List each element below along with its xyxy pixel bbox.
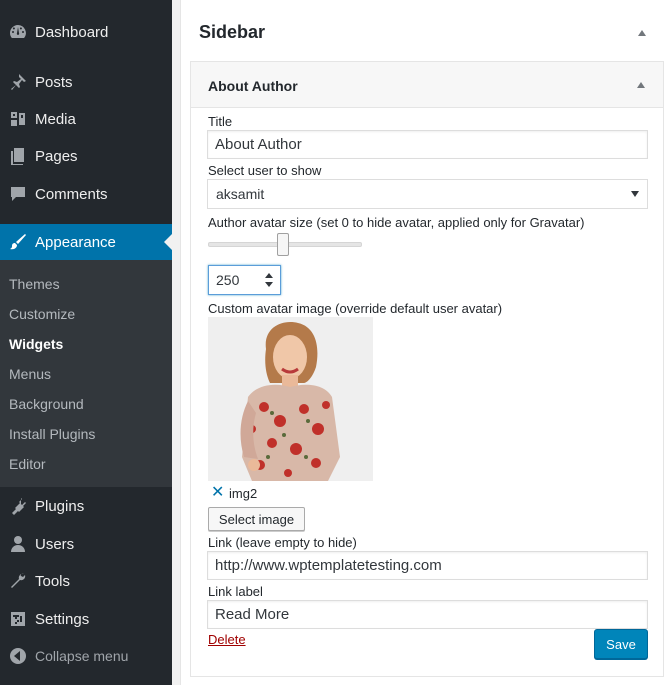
submenu-item-install-plugins[interactable]: Install Plugins xyxy=(9,426,95,442)
menu-label: Pages xyxy=(35,147,78,165)
link-label-input[interactable] xyxy=(207,600,648,629)
submenu-item-editor[interactable]: Editor xyxy=(9,456,46,472)
title-input[interactable] xyxy=(207,130,648,159)
menu-label: Appearance xyxy=(35,233,116,251)
collapse-label: Collapse menu xyxy=(35,648,129,664)
menu-item-pages[interactable]: Pages xyxy=(0,138,172,174)
select-user-dropdown[interactable]: aksamit xyxy=(207,179,648,209)
menu-item-posts[interactable]: Posts xyxy=(0,64,172,100)
submenu-item-widgets[interactable]: Widgets xyxy=(9,336,63,352)
menu-item-plugins[interactable]: Plugins xyxy=(0,488,172,524)
sidebar-collapse-arrow-icon[interactable] xyxy=(638,30,646,36)
menu-item-settings[interactable]: Settings xyxy=(0,601,172,637)
link-label: Link (leave empty to hide) xyxy=(208,535,357,550)
widget-header[interactable]: About Author xyxy=(191,62,663,108)
select-user-value: aksamit xyxy=(216,186,265,202)
appearance-submenu: Themes Customize Widgets Menus Backgroun… xyxy=(0,260,172,487)
menu-label: Posts xyxy=(35,73,73,91)
menu-item-dashboard[interactable]: Dashboard xyxy=(0,14,172,50)
avatar-size-value: 250 xyxy=(216,272,240,288)
menu-item-users[interactable]: Users xyxy=(0,526,172,562)
widget-title: About Author xyxy=(208,78,298,94)
media-icon xyxy=(0,109,35,129)
menu-label: Settings xyxy=(35,610,90,628)
plugin-icon xyxy=(0,496,35,516)
custom-avatar-image xyxy=(208,317,373,481)
avatar-photo-illustration xyxy=(208,317,373,481)
settings-icon xyxy=(0,609,35,629)
avatar-size-label: Author avatar size (set 0 to hide avatar… xyxy=(208,215,585,230)
save-button[interactable]: Save xyxy=(594,629,648,659)
submenu-item-customize[interactable]: Customize xyxy=(9,306,75,322)
user-icon xyxy=(0,534,35,554)
submenu-item-themes[interactable]: Themes xyxy=(9,276,60,292)
title-label: Title xyxy=(208,114,233,129)
menu-item-media[interactable]: Media xyxy=(0,101,172,137)
comment-icon xyxy=(0,184,35,204)
select-user-label: Select user to show xyxy=(208,163,322,178)
paintbrush-icon xyxy=(0,232,35,252)
submenu-item-menus[interactable]: Menus xyxy=(9,366,51,382)
link-input[interactable] xyxy=(207,551,648,580)
image-name: img2 xyxy=(229,486,258,501)
menu-label: Comments xyxy=(35,185,108,203)
admin-sidebar: Dashboard Posts Media Pages Comments App… xyxy=(0,0,172,685)
delete-link[interactable]: Delete xyxy=(208,632,246,647)
menu-label: Dashboard xyxy=(35,23,109,41)
chevron-down-icon xyxy=(631,191,639,197)
pages-icon xyxy=(0,146,35,166)
avatar-size-number-input[interactable]: 250 xyxy=(208,265,281,295)
menu-item-comments[interactable]: Comments xyxy=(0,176,172,212)
sidebar-title: Sidebar xyxy=(199,22,266,42)
menu-item-tools[interactable]: Tools xyxy=(0,563,172,599)
submenu-item-background[interactable]: Background xyxy=(9,396,84,412)
menu-label: Users xyxy=(35,535,75,553)
dashboard-icon xyxy=(0,22,35,42)
avatar-size-slider-handle[interactable] xyxy=(277,233,290,256)
menu-label: Plugins xyxy=(35,497,85,515)
wrench-icon xyxy=(0,571,35,591)
select-image-button[interactable]: Select image xyxy=(208,507,305,531)
menu-item-appearance[interactable]: Appearance xyxy=(0,224,172,260)
menu-label: Tools xyxy=(35,572,71,590)
spinner-arrows-icon[interactable] xyxy=(264,272,274,288)
collapse-menu-button[interactable]: Collapse menu xyxy=(0,638,172,674)
menu-label: Media xyxy=(35,110,76,128)
widget-collapse-arrow-icon[interactable] xyxy=(637,82,645,88)
remove-image-icon[interactable]: ✕ xyxy=(211,485,225,501)
custom-avatar-label: Custom avatar image (override default us… xyxy=(208,301,503,316)
pin-icon xyxy=(0,72,35,92)
link-label-field-label: Link label xyxy=(208,584,263,599)
collapse-arrow-icon xyxy=(0,646,35,666)
